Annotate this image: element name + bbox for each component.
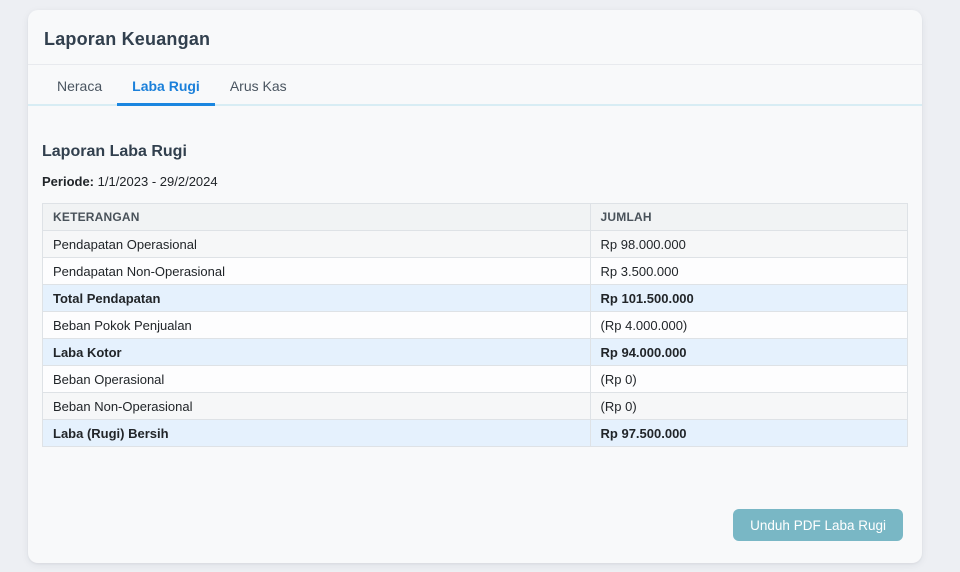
row-label: Laba (Rugi) Bersih — [42, 419, 591, 447]
row-value: Rp 101.500.000 — [589, 284, 909, 312]
row-label: Beban Pokok Penjualan — [42, 311, 591, 339]
row-label: Laba Kotor — [42, 338, 591, 366]
row-value: (Rp 0) — [589, 392, 909, 420]
card-footer: Unduh PDF Laba Rugi — [42, 509, 908, 541]
report-period: Periode: 1/1/2023 - 29/2/2024 — [42, 174, 908, 189]
row-value: Rp 97.500.000 — [589, 419, 909, 447]
profit-loss-table: KETERANGAN JUMLAH Pendapatan Operasional… — [42, 203, 909, 447]
report-section-title: Laporan Laba Rugi — [42, 143, 187, 160]
row-value: Rp 98.000.000 — [589, 230, 909, 258]
row-label: Beban Non-Operasional — [42, 392, 591, 420]
table-row: Total Pendapatan Rp 101.500.000 — [42, 284, 909, 312]
page-title: Laporan Keuangan — [44, 29, 211, 49]
table-row: Pendapatan Non-Operasional Rp 3.500.000 — [42, 257, 909, 285]
row-label: Total Pendapatan — [42, 284, 591, 312]
table-header-row: KETERANGAN JUMLAH — [42, 203, 909, 231]
column-header-jumlah: JUMLAH — [589, 203, 909, 231]
table-row: Pendapatan Operasional Rp 98.000.000 — [42, 230, 909, 258]
row-value: Rp 94.000.000 — [589, 338, 909, 366]
download-pdf-button[interactable]: Unduh PDF Laba Rugi — [733, 509, 903, 541]
row-label: Pendapatan Non-Operasional — [42, 257, 591, 285]
financial-report-card: Laporan Keuangan Neraca Laba Rugi Arus Kas… — [28, 10, 922, 563]
tab-laba-rugi[interactable]: Laba Rugi — [117, 65, 215, 106]
table-row: Beban Non-Operasional (Rp 0) — [42, 392, 909, 420]
period-label: Periode: — [42, 174, 95, 189]
table-row: Beban Pokok Penjualan (Rp 4.000.000) — [42, 311, 909, 339]
row-label: Pendapatan Operasional — [42, 230, 591, 258]
row-value: (Rp 4.000.000) — [589, 311, 909, 339]
report-tabs: Neraca Laba Rugi Arus Kas — [28, 65, 922, 106]
period-value: 1/1/2023 - 29/2/2024 — [94, 174, 218, 189]
row-value: (Rp 0) — [589, 365, 909, 393]
report-content: Laporan Laba Rugi Periode: 1/1/2023 - 29… — [28, 143, 922, 541]
tab-neraca[interactable]: Neraca — [42, 65, 117, 106]
column-header-keterangan: KETERANGAN — [42, 203, 591, 231]
tab-arus-kas[interactable]: Arus Kas — [215, 65, 302, 106]
table-row: Laba (Rugi) Bersih Rp 97.500.000 — [42, 419, 909, 447]
table-row: Beban Operasional (Rp 0) — [42, 365, 909, 393]
row-value: Rp 3.500.000 — [589, 257, 909, 285]
row-label: Beban Operasional — [42, 365, 591, 393]
table-row: Laba Kotor Rp 94.000.000 — [42, 338, 909, 366]
card-header: Laporan Keuangan — [28, 10, 922, 65]
